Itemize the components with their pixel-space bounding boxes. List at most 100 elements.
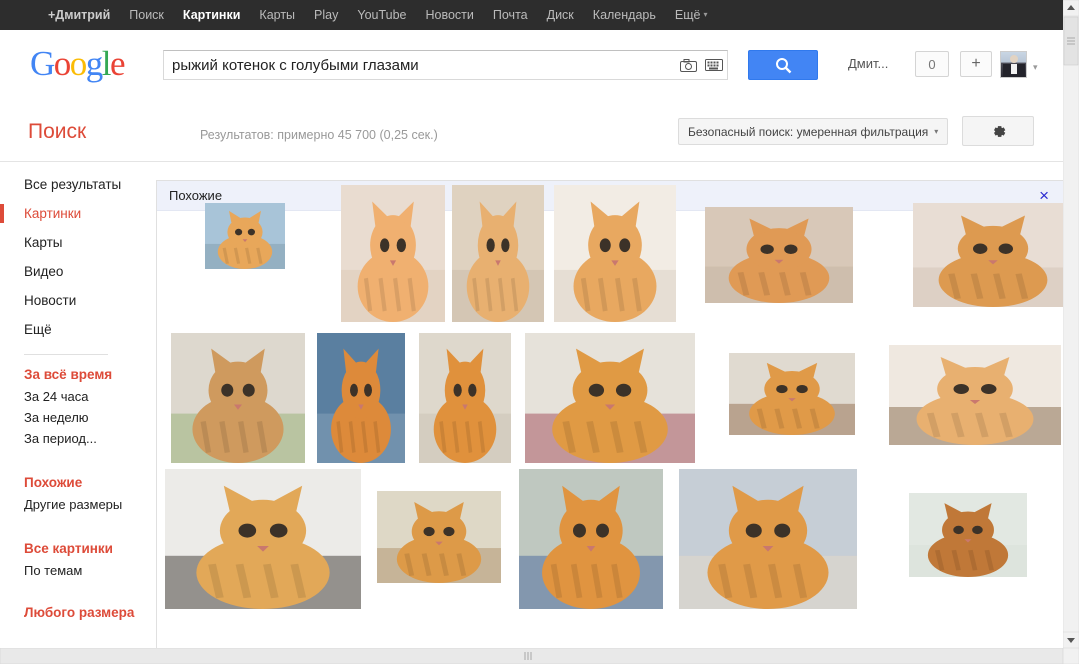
page-title: Поиск: [28, 120, 87, 143]
thumbnail-image: [205, 203, 285, 269]
topnav-item-novosti[interactable]: Новости: [426, 0, 474, 30]
logo-letter-l: l: [101, 44, 112, 83]
logo-letter-e: e: [110, 44, 126, 83]
share-plus-button[interactable]: +: [960, 51, 992, 77]
thumbnail-image: [705, 207, 853, 303]
logo-letter-o2: o: [69, 44, 88, 83]
search-box: [163, 50, 728, 80]
account-name[interactable]: Дмит...: [848, 56, 888, 71]
image-result-15[interactable]: [519, 469, 663, 609]
left-sidebar: Все результаты Картинки Карты Видео Ново…: [0, 170, 155, 622]
settings-gear-button[interactable]: [962, 116, 1034, 146]
image-result-14[interactable]: [377, 491, 501, 583]
sidebar-filter-other-sizes[interactable]: Другие размеры: [0, 494, 155, 515]
image-result-17[interactable]: [909, 493, 1027, 577]
thumbnail-image: [171, 333, 305, 463]
sidebar-filter-by-subject[interactable]: По темам: [0, 560, 155, 581]
topnav-item-kalendar[interactable]: Календарь: [593, 0, 656, 30]
logo-letter-g2: g: [85, 44, 104, 83]
image-result-1[interactable]: [205, 203, 285, 269]
sidebar-group-size: Любого размера: [0, 603, 155, 622]
sidebar-filter-custom-range[interactable]: За период...: [0, 428, 155, 449]
chevron-down-icon: ▾: [703, 10, 708, 20]
topnav-item-youtube[interactable]: YouTube: [357, 0, 406, 30]
thumbnail-image: [377, 491, 501, 583]
avatar-shirt: [1011, 64, 1017, 74]
thumbnail-image: [913, 203, 1063, 307]
thumbnail-image: [909, 493, 1027, 577]
image-result-16[interactable]: [679, 469, 857, 609]
search-header: Google рыжий котенок с голубыми глазами …: [0, 30, 1063, 100]
image-result-8[interactable]: [317, 333, 405, 463]
search-button[interactable]: [748, 50, 818, 80]
vertical-scrollbar[interactable]: [1063, 0, 1079, 664]
image-results-row: [157, 181, 1063, 329]
image-result-10[interactable]: [525, 333, 695, 463]
sidebar-filter-past-24h[interactable]: За 24 часа: [0, 386, 155, 407]
topnav-item-pochta[interactable]: Почта: [493, 0, 528, 30]
sidebar-filter-all-images[interactable]: Все картинки: [0, 537, 155, 560]
account-menu-caret[interactable]: ▾: [1033, 62, 1038, 73]
search-input[interactable]: [164, 56, 675, 74]
image-results-row: [157, 463, 1063, 615]
image-result-11[interactable]: [729, 353, 855, 435]
sidebar-filter-past-week[interactable]: За неделю: [0, 407, 155, 428]
image-results-row: [157, 323, 1063, 468]
thumbnail-image: [452, 185, 544, 322]
image-result-12[interactable]: [889, 345, 1061, 445]
thumbnail-image: [341, 185, 445, 322]
sidebar-item-video[interactable]: Видео: [0, 257, 155, 286]
safesearch-label: Безопасный поиск: умеренная фильтрация: [688, 124, 929, 139]
avatar-head: [1010, 55, 1018, 63]
sidebar-filter-any-size[interactable]: Любого размера: [0, 603, 134, 622]
sidebar-group-time: За всё время За 24 часа За неделю За пер…: [0, 363, 155, 449]
thumbnail-image: [679, 469, 857, 609]
result-stats: Результатов: примерно 45 700 (0,25 сек.): [200, 128, 438, 142]
notification-count-button[interactable]: 0: [915, 51, 949, 77]
image-result-7[interactable]: [171, 333, 305, 463]
image-result-9[interactable]: [419, 333, 511, 463]
camera-icon[interactable]: [675, 53, 701, 77]
sidebar-item-more[interactable]: Ещё: [0, 315, 155, 344]
topnav-item-karty[interactable]: Карты: [259, 0, 295, 30]
topnav-item-play[interactable]: Play: [314, 0, 338, 30]
image-result-5[interactable]: [705, 207, 853, 303]
search-icon: [775, 57, 791, 73]
topnav-item-kartinki[interactable]: Картинки: [183, 0, 241, 30]
topnav-item-disk[interactable]: Диск: [547, 0, 574, 30]
sidebar-group-similar: Похожие Другие размеры: [0, 471, 155, 515]
sidebar-filter-similar[interactable]: Похожие: [0, 471, 155, 494]
image-result-3[interactable]: [452, 185, 544, 322]
sidebar-divider: [24, 354, 108, 355]
topnav-more-menu[interactable]: Ещё ▾: [675, 0, 708, 30]
horizontal-scrollbar[interactable]: [0, 648, 1079, 664]
thumbnail-image: [419, 333, 511, 463]
google-logo[interactable]: Google: [30, 44, 126, 84]
thumbnail-image: [889, 345, 1061, 445]
thumbnail-image: [165, 469, 361, 609]
topnav-item-poisk[interactable]: Поиск: [129, 0, 164, 30]
thumbnail-image: [525, 333, 695, 463]
similar-images-panel: Похожие ×: [156, 180, 1064, 650]
image-result-6[interactable]: [913, 203, 1063, 307]
thumbnail-image: [554, 185, 676, 322]
browser-viewport: +Дмитрий Поиск Картинки Карты Play YouTu…: [0, 0, 1079, 664]
sidebar-group-all-images: Все картинки По темам: [0, 537, 155, 581]
topnav-more-label: Ещё: [674, 7, 701, 22]
topnav-user-link[interactable]: +Дмитрий: [48, 0, 110, 30]
image-result-2[interactable]: [341, 185, 445, 322]
logo-letter-g1: G: [30, 44, 55, 83]
thumbnail-image: [317, 333, 405, 463]
sidebar-filter-any-time[interactable]: За всё время: [0, 363, 155, 386]
sidebar-item-images[interactable]: Картинки: [0, 199, 155, 228]
sidebar-item-news[interactable]: Новости: [0, 286, 155, 315]
avatar[interactable]: [1000, 51, 1027, 78]
safesearch-dropdown[interactable]: Безопасный поиск: умеренная фильтрация ▾: [678, 118, 949, 145]
sidebar-item-all-results[interactable]: Все результаты: [0, 170, 155, 199]
sidebar-item-maps[interactable]: Карты: [0, 228, 155, 257]
thumbnail-image: [729, 353, 855, 435]
image-result-13[interactable]: [165, 469, 361, 609]
google-topnav: +Дмитрий Поиск Картинки Карты Play YouTu…: [0, 0, 1063, 30]
image-result-4[interactable]: [554, 185, 676, 322]
keyboard-icon[interactable]: [701, 53, 727, 77]
